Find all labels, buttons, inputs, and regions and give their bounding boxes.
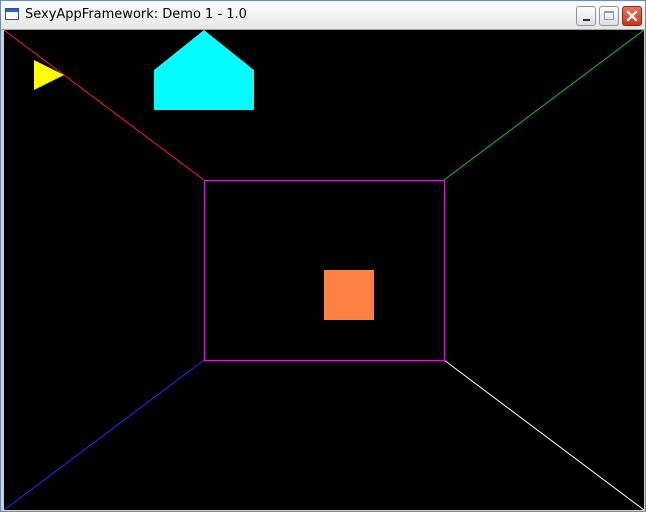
game-canvas[interactable] (4, 30, 644, 510)
top-right-corner-line (443, 30, 644, 181)
app-window: SexyAppFramework: Demo 1 - 1.0 (0, 0, 646, 512)
close-button[interactable] (622, 6, 642, 26)
maximize-icon (604, 11, 614, 20)
game-scene (4, 30, 644, 510)
cyan-house-shape (154, 30, 254, 110)
minimize-button[interactable] (576, 6, 596, 26)
title-bar[interactable]: SexyAppFramework: Demo 1 - 1.0 (1, 1, 645, 30)
close-icon (626, 10, 638, 22)
maximize-button[interactable] (599, 6, 619, 26)
orange-square (324, 270, 374, 320)
application-window-icon[interactable] (5, 8, 19, 20)
window-title: SexyAppFramework: Demo 1 - 1.0 (25, 7, 247, 22)
bottom-left-corner-line (4, 359, 205, 510)
bottom-right-corner-line (443, 359, 644, 510)
minimize-icon (583, 19, 590, 21)
yellow-triangle (34, 60, 64, 90)
